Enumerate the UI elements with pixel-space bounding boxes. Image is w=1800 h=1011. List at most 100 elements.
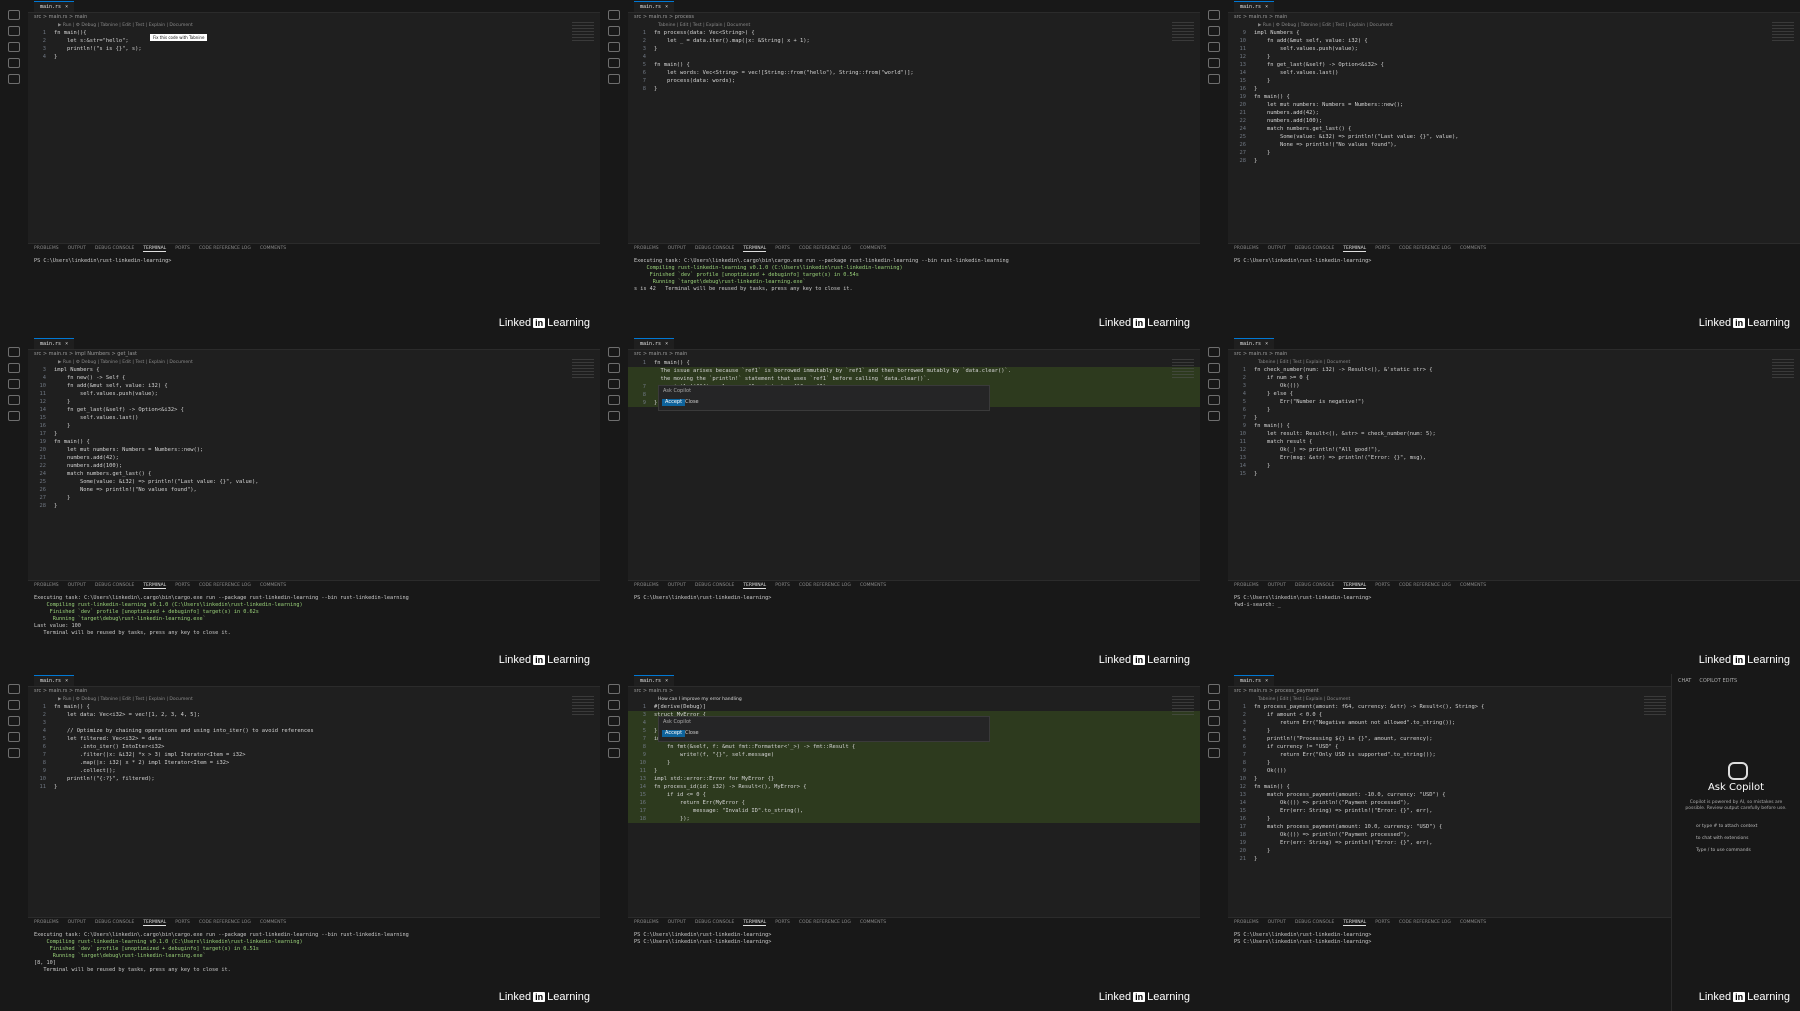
accept-button[interactable]: Accept <box>662 730 686 737</box>
code-editor[interactable]: main.rs × src > main.rs > impl Numbers > g… <box>28 337 600 577</box>
activity-icon[interactable] <box>1208 395 1220 405</box>
activity-icon[interactable] <box>608 700 620 710</box>
panel-tab[interactable]: PORTS <box>1375 246 1390 251</box>
panel-tab[interactable]: TERMINAL <box>143 583 167 589</box>
activity-icon[interactable] <box>8 395 20 405</box>
activity-icon[interactable] <box>8 700 20 710</box>
panel-tab[interactable]: DEBUG CONSOLE <box>95 583 134 588</box>
terminal-output[interactable]: Executing task: C:\Users\linkedin\.cargo… <box>28 928 600 978</box>
code-lens[interactable]: Tabnine | Edit | Test | Explain | Docume… <box>1228 359 1800 366</box>
activity-icon[interactable] <box>608 748 620 758</box>
activity-icon[interactable] <box>1208 26 1220 36</box>
close-icon[interactable]: × <box>1265 341 1268 347</box>
copilot-input[interactable]: Ask Copilot <box>659 717 989 727</box>
panel-tab[interactable]: CODE REFERENCE LOG <box>1399 246 1451 251</box>
panel-tab[interactable]: DEBUG CONSOLE <box>1295 246 1334 251</box>
close-icon[interactable]: × <box>665 678 668 684</box>
activity-icon[interactable] <box>8 411 20 421</box>
terminal-output[interactable]: Executing task: C:\Users\linkedin\.cargo… <box>28 591 600 641</box>
tab-chat[interactable]: CHAT <box>1678 678 1691 684</box>
editor-tab[interactable]: main.rs × <box>1234 675 1275 686</box>
code-lens[interactable]: ▶ Run | ⚙ Debug | Tabnine | Edit | Test … <box>28 696 600 703</box>
activity-icon[interactable] <box>8 42 20 52</box>
code-editor[interactable]: main.rs × src > main.rs > main Tabnine | Ed… <box>1228 337 1800 577</box>
panel-tab[interactable]: PROBLEMS <box>1234 583 1259 588</box>
code-lens[interactable]: ▶ Run | ⚙ Debug | Tabnine | Edit | Test … <box>28 22 600 29</box>
panel-tab[interactable]: OUTPUT <box>68 583 86 588</box>
panel-tab[interactable]: OUTPUT <box>1268 920 1286 925</box>
minimap[interactable] <box>1772 22 1794 42</box>
panel-tab[interactable]: OUTPUT <box>1268 583 1286 588</box>
panel-tab[interactable]: DEBUG CONSOLE <box>95 246 134 251</box>
code-editor[interactable]: main.rs × src > main.rs > main ▶ Run | ⚙ De… <box>28 0 600 240</box>
editor-tab[interactable]: main.rs × <box>634 675 675 686</box>
activity-icon[interactable] <box>608 26 620 36</box>
activity-icon[interactable] <box>1208 684 1220 694</box>
panel-tab[interactable]: PORTS <box>775 920 790 925</box>
copilot-inline-chat[interactable]: Ask Copilot Accept Close <box>658 716 990 742</box>
activity-icon[interactable] <box>1208 379 1220 389</box>
panel-tab[interactable]: PROBLEMS <box>34 246 59 251</box>
activity-icon[interactable] <box>608 363 620 373</box>
code-editor[interactable]: main.rs × src > main.rs > main 1 fn main() {… <box>628 337 1200 577</box>
editor-tab[interactable]: main.rs × <box>1234 338 1275 349</box>
panel-tab[interactable]: CODE REFERENCE LOG <box>1399 583 1451 588</box>
activity-icon[interactable] <box>1208 732 1220 742</box>
activity-icon[interactable] <box>8 684 20 694</box>
panel-tab[interactable]: PROBLEMS <box>634 246 659 251</box>
panel-tab[interactable]: PORTS <box>1375 920 1390 925</box>
close-icon[interactable]: × <box>665 4 668 10</box>
panel-tab[interactable]: COMMENTS <box>260 920 286 925</box>
activity-icon[interactable] <box>1208 74 1220 84</box>
panel-tab[interactable]: PROBLEMS <box>34 920 59 925</box>
panel-tab[interactable]: TERMINAL <box>143 246 167 252</box>
panel-tab[interactable]: PORTS <box>775 583 790 588</box>
terminal-output[interactable]: PS C:\Users\linkedin\rust-linkedin-learn… <box>1228 254 1800 269</box>
panel-tab[interactable]: PORTS <box>175 246 190 251</box>
copilot-inline-chat[interactable]: Ask Copilot Accept Close <box>658 385 990 411</box>
code-lens[interactable]: ▶ Run | ⚙ Debug | Tabnine | Edit | Test … <box>1228 22 1800 29</box>
activity-icon[interactable] <box>608 716 620 726</box>
panel-tab[interactable]: OUTPUT <box>668 246 686 251</box>
close-icon[interactable]: × <box>1265 4 1268 10</box>
close-button[interactable]: Close <box>685 399 699 406</box>
panel-tab[interactable]: OUTPUT <box>68 246 86 251</box>
panel-tab[interactable]: COMMENTS <box>1460 920 1486 925</box>
minimap[interactable] <box>572 359 594 379</box>
panel-tab[interactable]: DEBUG CONSOLE <box>1295 583 1334 588</box>
panel-tab[interactable]: PROBLEMS <box>1234 920 1259 925</box>
panel-tab[interactable]: CODE REFERENCE LOG <box>199 583 251 588</box>
panel-tab[interactable]: TERMINAL <box>743 920 767 926</box>
panel-tab[interactable]: OUTPUT <box>1268 246 1286 251</box>
minimap[interactable] <box>1644 696 1666 716</box>
panel-tab[interactable]: TERMINAL <box>743 246 767 252</box>
code-editor[interactable]: main.rs × src > main.rs > process_payment T… <box>1228 674 1672 914</box>
editor-tab[interactable]: main.rs × <box>634 338 675 349</box>
editor-tab[interactable]: main.rs × <box>34 338 75 349</box>
activity-icon[interactable] <box>608 58 620 68</box>
activity-icon[interactable] <box>1208 411 1220 421</box>
close-icon[interactable]: × <box>65 4 68 10</box>
activity-icon[interactable] <box>608 10 620 20</box>
activity-icon[interactable] <box>8 716 20 726</box>
editor-tab[interactable]: main.rs × <box>1234 1 1275 12</box>
minimap[interactable] <box>1172 22 1194 42</box>
activity-icon[interactable] <box>8 732 20 742</box>
copilot-input[interactable]: Ask Copilot <box>659 386 989 396</box>
code-lens[interactable]: Tabnine | Edit | Test | Explain | Docume… <box>1228 696 1672 703</box>
panel-tab[interactable]: DEBUG CONSOLE <box>95 920 134 925</box>
code-editor[interactable]: main.rs × src > main.rs > process Tabnine |… <box>628 0 1200 240</box>
terminal-output[interactable]: PS C:\Users\linkedin\rust-linkedin-learn… <box>1228 591 1800 613</box>
activity-icon[interactable] <box>608 411 620 421</box>
panel-tab[interactable]: CODE REFERENCE LOG <box>1399 920 1451 925</box>
panel-tab[interactable]: CODE REFERENCE LOG <box>199 246 251 251</box>
code-editor[interactable]: main.rs × src > main.rs > main ▶ Run | ⚙ De… <box>28 674 600 914</box>
activity-icon[interactable] <box>1208 748 1220 758</box>
code-lens[interactable]: Tabnine | Edit | Test | Explain | Docume… <box>628 22 1200 29</box>
activity-icon[interactable] <box>8 379 20 389</box>
activity-icon[interactable] <box>8 363 20 373</box>
minimap[interactable] <box>572 696 594 716</box>
activity-icon[interactable] <box>1208 347 1220 357</box>
editor-tab[interactable]: main.rs × <box>634 1 675 12</box>
activity-icon[interactable] <box>1208 700 1220 710</box>
